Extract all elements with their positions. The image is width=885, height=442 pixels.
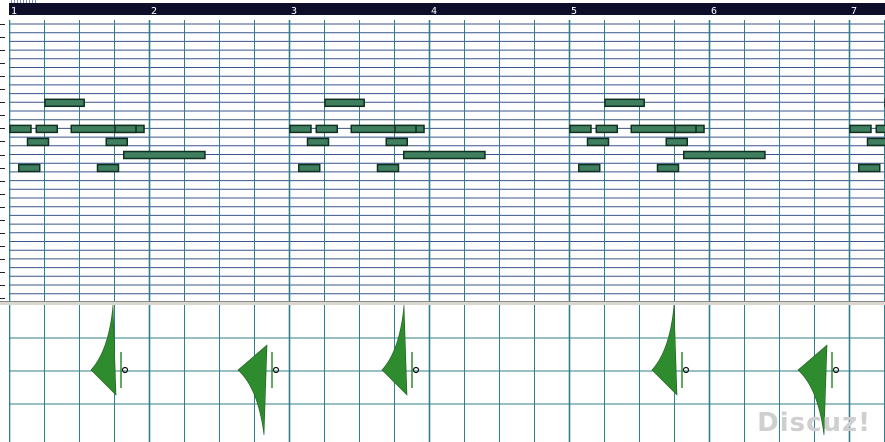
- midi-note: [105, 137, 128, 147]
- bar-number-1: 1: [11, 6, 18, 17]
- key-tick: [0, 50, 5, 52]
- midi-note: [9, 124, 32, 134]
- key-tick: [0, 154, 5, 156]
- midi-note: [44, 98, 85, 108]
- key-tick: [0, 24, 5, 25]
- midi-note: [96, 163, 120, 173]
- watermark-logo: Discuz!: [757, 408, 871, 438]
- ruler-bar-strip[interactable]: 1 2 3 4 5 6 7: [9, 3, 885, 17]
- midi-note: [18, 163, 41, 173]
- key-tick: [0, 245, 5, 247]
- midi-note: [376, 163, 400, 173]
- key-tick: [0, 141, 5, 143]
- midi-note: [35, 124, 58, 134]
- midi-note: [875, 124, 885, 134]
- midi-note: [26, 137, 50, 147]
- key-tick: [0, 219, 5, 221]
- midi-note: [586, 137, 610, 147]
- midi-note: [858, 163, 881, 173]
- midi-note: [298, 163, 321, 173]
- midi-note: [324, 98, 365, 108]
- midi-note: [595, 124, 618, 134]
- key-tick: [0, 258, 5, 260]
- bar-number-5: 5: [571, 6, 578, 17]
- key-tick: [0, 180, 5, 182]
- midi-note: [394, 124, 417, 134]
- bar-number-3: 3: [291, 6, 298, 17]
- key-tick: [0, 115, 5, 117]
- midi-note: [656, 163, 680, 173]
- key-tick: [0, 232, 5, 234]
- key-tick: [0, 37, 5, 39]
- midi-note: [849, 124, 872, 134]
- key-tick: [0, 102, 5, 104]
- timeline-ruler[interactable]: 1 2 3 4 5 6 7: [0, 0, 885, 20]
- midi-note: [683, 150, 766, 160]
- key-tick: [0, 76, 5, 78]
- midi-note: [123, 150, 206, 160]
- velocity-lane[interactable]: [9, 305, 885, 442]
- key-tick: [0, 128, 5, 130]
- midi-note: [665, 137, 688, 147]
- key-tick: [0, 193, 5, 195]
- midi-note: [315, 124, 338, 134]
- midi-note: [403, 150, 486, 160]
- key-tick: [0, 167, 5, 169]
- midi-note: [674, 124, 697, 134]
- lane-background: [9, 305, 885, 442]
- note-grid[interactable]: [9, 20, 885, 301]
- key-tick: [0, 63, 5, 65]
- key-tick: [0, 285, 5, 286]
- midi-note: [578, 163, 601, 173]
- key-tick: [0, 206, 5, 208]
- key-tick: [0, 271, 5, 273]
- midi-note: [306, 137, 330, 147]
- key-tick: [0, 89, 5, 91]
- piano-roll-window: 1 2 3 4 5 6 7 Discuz!: [0, 0, 885, 442]
- midi-note: [569, 124, 592, 134]
- midi-note: [604, 98, 645, 108]
- key-tick: [0, 298, 5, 300]
- bar-number-4: 4: [431, 6, 438, 17]
- bar-number-2: 2: [151, 6, 158, 17]
- midi-note: [866, 137, 885, 147]
- bar-number-6: 6: [711, 6, 718, 17]
- midi-note: [385, 137, 408, 147]
- midi-note: [114, 124, 137, 134]
- bar-number-7: 7: [851, 6, 858, 17]
- midi-note: [289, 124, 312, 134]
